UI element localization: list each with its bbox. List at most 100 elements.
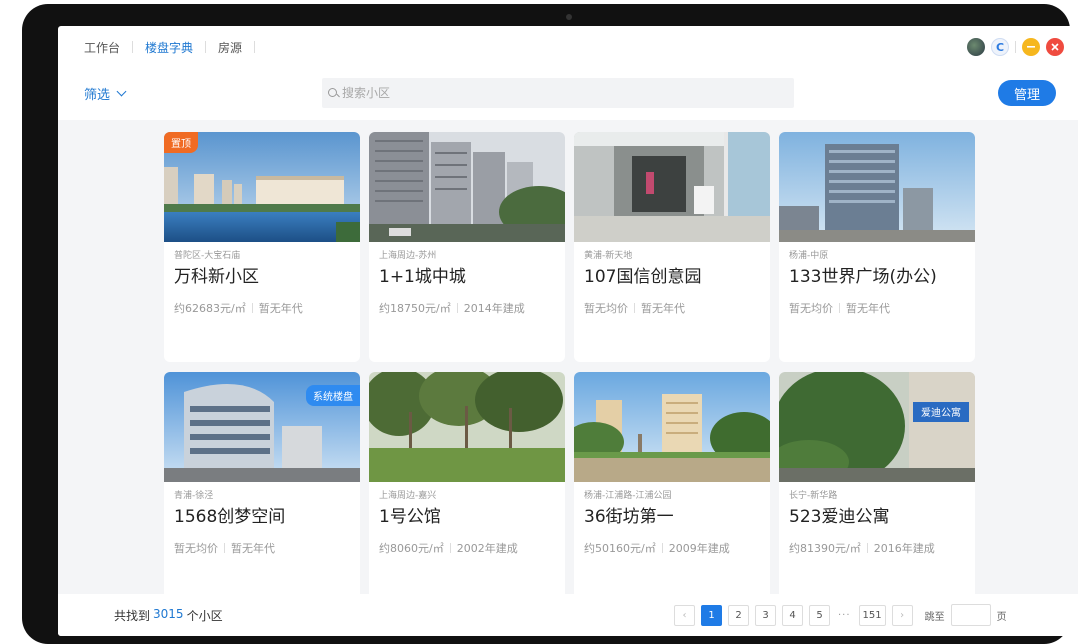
chevron-down-icon	[116, 86, 127, 97]
build-year: 暂无年代	[641, 302, 685, 315]
district-label: 普陀区-大宝石庙	[174, 251, 241, 261]
community-card[interactable]: 爱迪公寓 长宁-新华路 523爱迪公寓 约81390元/㎡ 2016年建成	[779, 372, 975, 594]
camera-dot	[566, 14, 572, 20]
prev-page-button[interactable]: ‹	[674, 604, 695, 626]
avg-price: 约62683元/㎡	[174, 302, 246, 315]
community-card[interactable]: 杨浦-江浦路-江浦公园 36街坊第一 约50160元/㎡ 2009年建成	[574, 372, 770, 594]
community-grid: 置顶 普陀区-大宝石庙 万科新小区 约62683元/㎡ 暂无年代 上海周边-苏州…	[164, 132, 975, 594]
manage-button[interactable]: 管理	[998, 80, 1056, 106]
meta-divider	[866, 543, 868, 553]
minus-icon	[1027, 46, 1035, 48]
footer: 共找到 3015 个小区 ‹ 1 2 3 4 5 ··· 151 › 跳至 页	[58, 594, 1078, 636]
district-label: 上海周边-苏州	[379, 251, 437, 261]
window-controls: C	[967, 38, 1064, 56]
community-card[interactable]: 置顶 普陀区-大宝石庙 万科新小区 约62683元/㎡ 暂无年代	[164, 132, 360, 362]
search-box[interactable]	[322, 78, 794, 108]
community-card[interactable]: 黄浦-新天地 107国信创意园 暂无均价 暂无年代	[574, 132, 770, 362]
meta-divider	[634, 303, 635, 313]
tab-property-dictionary[interactable]: 楼盘字典	[133, 39, 205, 56]
community-card[interactable]: 上海周边-苏州 1+1城中城 约18750元/㎡ 2014年建成	[369, 132, 565, 362]
community-name: 1568创梦空间	[174, 507, 286, 527]
search-input[interactable]	[342, 86, 762, 100]
total-count: 3015	[153, 606, 184, 621]
community-photo	[369, 372, 565, 482]
community-photo	[779, 132, 975, 242]
community-name: 万科新小区	[174, 267, 259, 287]
filter-label: 筛选	[84, 88, 111, 103]
community-card[interactable]: 上海周边-嘉兴 1号公馆 约8060元/㎡ 2002年建成	[369, 372, 565, 594]
build-year: 2014年建成	[463, 302, 525, 315]
community-name: 1号公馆	[379, 507, 441, 527]
meta-divider	[251, 303, 253, 313]
avg-price: 约50160元/㎡	[584, 542, 656, 555]
community-name: 107国信创意园	[584, 267, 702, 287]
next-page-button[interactable]: ›	[891, 604, 913, 626]
community-photo	[369, 132, 565, 242]
nav-divider	[254, 41, 256, 53]
community-photo: 系统楼盘	[164, 372, 360, 482]
avg-price: 暂无均价	[789, 302, 833, 315]
refresh-icon[interactable]: C	[991, 38, 1009, 56]
meta-divider	[456, 303, 458, 313]
content-area: 置顶 普陀区-大宝石庙 万科新小区 约62683元/㎡ 暂无年代 上海周边-苏州…	[58, 120, 1078, 594]
community-name: 36街坊第一	[584, 507, 674, 527]
district-label: 青浦-徐泾	[174, 491, 214, 501]
minimize-icon[interactable]	[1022, 38, 1040, 56]
toolbar: 筛选 管理	[58, 68, 1078, 120]
tab-workbench[interactable]: 工作台	[58, 39, 132, 56]
device-frame: 工作台 楼盘字典 房源 C 筛选 搜索小区 管理 置顶 普陀区-大宝石庙 万科新…	[22, 4, 1078, 644]
build-year: 2002年建成	[456, 542, 518, 555]
district-label: 杨浦-江浦路-江浦公园	[584, 491, 672, 501]
build-year: 2009年建成	[668, 542, 730, 555]
community-name: 133世界广场(办公)	[789, 267, 937, 287]
page-button[interactable]: 1	[701, 604, 722, 626]
filter-button[interactable]: 筛选	[84, 84, 127, 103]
total-prefix: 共找到	[114, 608, 151, 623]
avg-price: 约8060元/㎡	[379, 542, 444, 555]
page-suffix: 页	[996, 611, 1007, 623]
community-photo	[574, 132, 770, 242]
avg-price: 暂无均价	[174, 542, 218, 555]
tab-listings[interactable]: 房源	[206, 39, 254, 56]
avg-price: 约18750元/㎡	[379, 302, 451, 315]
meta-divider	[839, 303, 840, 313]
community-photo	[574, 372, 770, 482]
community-name: 523爱迪公寓	[789, 507, 890, 527]
page-button[interactable]: 2	[728, 604, 749, 626]
total-suffix: 个小区	[186, 608, 223, 623]
community-meta: 暂无均价 暂无年代	[789, 300, 975, 316]
pinned-badge: 置顶	[164, 132, 198, 153]
meta-divider	[224, 543, 225, 553]
community-meta: 约81390元/㎡ 2016年建成	[789, 540, 975, 556]
build-year: 2016年建成	[873, 542, 935, 555]
district-label: 长宁-新华路	[789, 491, 838, 501]
community-meta: 约18750元/㎡ 2014年建成	[379, 300, 565, 316]
apartment-sign: 爱迪公寓	[921, 406, 961, 419]
avatar[interactable]	[967, 38, 985, 56]
community-photo: 爱迪公寓	[779, 372, 975, 482]
page-ellipsis: ···	[838, 609, 851, 621]
pagination: ‹ 1 2 3 4 5 ··· 151 › 跳至 页	[674, 604, 1007, 626]
page-button[interactable]: 3	[755, 604, 776, 626]
community-meta: 约8060元/㎡ 2002年建成	[379, 540, 565, 556]
page-button[interactable]: 5	[809, 604, 830, 626]
search-icon	[328, 87, 339, 99]
district-label: 上海周边-嘉兴	[379, 491, 437, 501]
community-meta: 暂无均价 暂无年代	[584, 300, 770, 316]
community-photo: 置顶	[164, 132, 360, 242]
community-card[interactable]: 杨浦-中原 133世界广场(办公) 暂无均价 暂无年代	[779, 132, 975, 362]
community-card[interactable]: 系统楼盘 青浦-徐泾 1568创梦空间 暂无均价 暂无年代	[164, 372, 360, 594]
community-name: 1+1城中城	[379, 267, 466, 287]
close-icon[interactable]	[1046, 38, 1064, 56]
avg-price: 暂无均价	[584, 302, 628, 315]
district-label: 黄浦-新天地	[584, 251, 633, 261]
build-year: 暂无年代	[846, 302, 890, 315]
page-button[interactable]: 4	[782, 604, 803, 626]
avg-price: 约81390元/㎡	[789, 542, 861, 555]
controls-divider	[1015, 41, 1016, 53]
system-listing-badge: 系统楼盘	[306, 385, 360, 406]
district-label: 杨浦-中原	[789, 251, 829, 261]
last-page-button[interactable]: 151	[858, 604, 886, 626]
goto-page-input[interactable]	[950, 604, 991, 626]
top-nav: 工作台 楼盘字典 房源 C	[58, 26, 1078, 68]
